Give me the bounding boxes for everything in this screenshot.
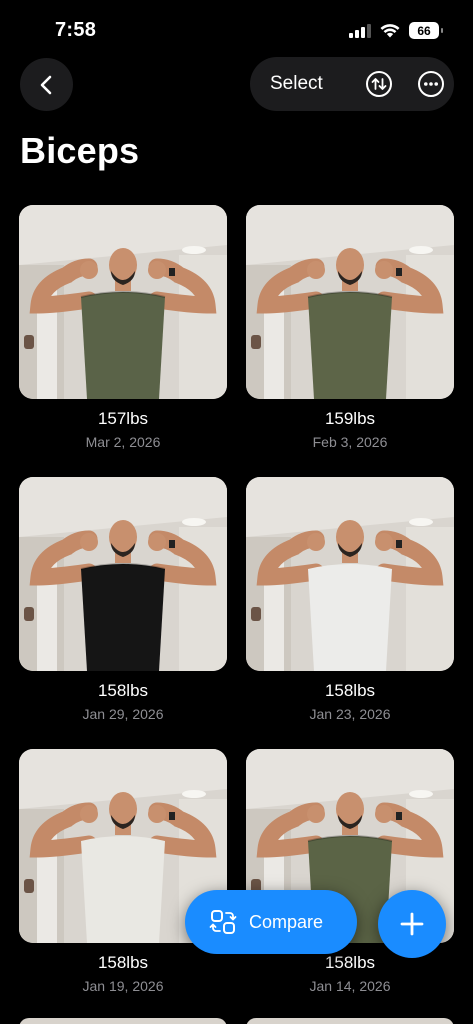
photo-date: Feb 3, 2026 <box>312 434 388 450</box>
compare-icon <box>209 910 237 934</box>
photo-date: Jan 23, 2026 <box>309 706 391 722</box>
plus-icon <box>400 912 424 936</box>
photo-date: Jan 29, 2026 <box>82 706 164 722</box>
page-title: Biceps <box>20 130 140 171</box>
photo-weight: 158lbs <box>97 953 149 972</box>
cellular-signal-icon <box>349 23 371 38</box>
photo-date: Jan 19, 2026 <box>82 978 164 994</box>
photo-weight: 158lbs <box>324 681 376 700</box>
photo-thumbnail-peek[interactable] <box>19 1018 227 1024</box>
progress-photo[interactable] <box>19 477 227 671</box>
wifi-icon <box>380 24 400 38</box>
photo-weight: 157lbs <box>97 409 149 428</box>
progress-photo[interactable] <box>19 205 227 399</box>
more-options-button[interactable] <box>416 69 446 99</box>
compare-label: Compare <box>249 911 324 932</box>
header-actions: Select <box>250 57 454 111</box>
status-time: 7:58 <box>55 19 97 41</box>
sort-arrows-icon <box>366 71 392 97</box>
sort-button[interactable] <box>364 69 394 99</box>
ellipsis-circle-icon <box>418 71 444 97</box>
photo-card[interactable]: 157lbs Mar 2, 2026 <box>19 205 227 450</box>
compare-button[interactable]: Compare <box>185 890 357 954</box>
photo-date: Jan 14, 2026 <box>309 978 391 994</box>
photo-card[interactable]: 158lbs Jan 14, 2026 <box>246 749 454 994</box>
chevron-left-icon <box>40 75 51 94</box>
photo-card[interactable]: 158lbs Jan 19, 2026 <box>19 749 227 994</box>
photo-weight: 158lbs <box>97 681 149 700</box>
add-photo-button[interactable] <box>378 890 446 958</box>
photo-card[interactable]: 158lbs Jan 29, 2026 <box>19 477 227 722</box>
battery-icon: 66 <box>409 22 443 39</box>
status-bar: 7:58 66 <box>0 0 473 60</box>
photo-date: Mar 2, 2026 <box>85 434 161 450</box>
status-icons: 66 <box>349 22 443 39</box>
photo-card[interactable]: 159lbs Feb 3, 2026 <box>246 205 454 450</box>
photo-thumbnail-peek[interactable] <box>246 1018 454 1024</box>
back-button[interactable] <box>20 58 73 111</box>
progress-photo[interactable] <box>246 205 454 399</box>
photo-weight: 159lbs <box>324 409 376 428</box>
select-button[interactable]: Select <box>270 73 323 95</box>
photo-card[interactable]: 158lbs Jan 23, 2026 <box>246 477 454 722</box>
progress-photo[interactable] <box>246 477 454 671</box>
